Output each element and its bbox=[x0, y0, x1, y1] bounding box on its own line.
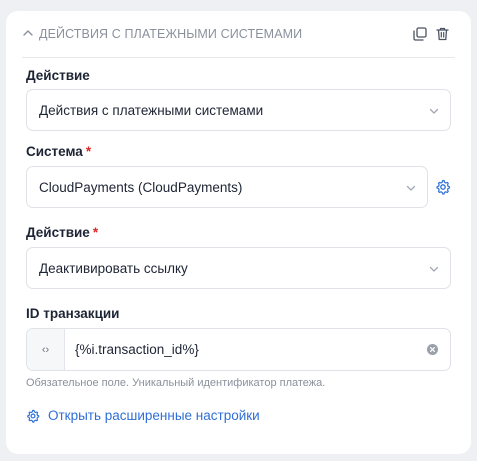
system-label: Система * bbox=[26, 144, 91, 160]
action-group-label: Действие bbox=[26, 68, 90, 84]
transaction-id-field: ‹› bbox=[26, 328, 451, 371]
gear-icon bbox=[27, 409, 40, 423]
action-label: Действие * bbox=[26, 225, 98, 241]
chevron-down-icon bbox=[429, 108, 439, 114]
action-group-label-text: Действие bbox=[26, 68, 90, 83]
required-mark: * bbox=[85, 144, 92, 159]
chevron-up-icon[interactable] bbox=[22, 27, 34, 39]
transaction-id-hint: Обязательное поле. Уникальный идентифика… bbox=[26, 377, 326, 389]
advanced-settings-label: Открыть расширенные настройки bbox=[48, 408, 260, 423]
required-mark: * bbox=[92, 225, 99, 240]
copy-icon[interactable] bbox=[412, 26, 428, 42]
open-advanced-settings-link[interactable]: Открыть расширенные настройки bbox=[26, 407, 260, 425]
action-group-select[interactable]: Действия с платежными системами bbox=[26, 89, 451, 131]
card-title: Действия с платежными системами bbox=[39, 27, 303, 41]
code-brackets-icon[interactable]: ‹› bbox=[27, 329, 65, 370]
transaction-id-input[interactable] bbox=[65, 329, 405, 370]
action-label-text: Действие bbox=[26, 225, 90, 240]
header-divider bbox=[22, 57, 455, 58]
transaction-id-label-text: ID транзакции bbox=[26, 306, 120, 321]
action-value: Деактивировать ссылку bbox=[39, 261, 188, 276]
system-value: CloudPayments (CloudPayments) bbox=[39, 180, 243, 195]
system-label-text: Система bbox=[26, 144, 83, 159]
action-select[interactable]: Деактивировать ссылку bbox=[26, 247, 451, 289]
clear-circle-icon[interactable] bbox=[427, 344, 438, 355]
trash-icon[interactable] bbox=[434, 26, 450, 42]
chevron-down-icon bbox=[406, 185, 416, 191]
system-select[interactable]: CloudPayments (CloudPayments) bbox=[26, 166, 428, 208]
chevron-down-icon bbox=[429, 266, 439, 272]
transaction-id-label: ID транзакции bbox=[26, 306, 119, 322]
payment-action-card: Действия с платежными системами Действие… bbox=[6, 11, 471, 454]
gear-icon[interactable] bbox=[435, 179, 451, 195]
action-group-value: Действия с платежными системами bbox=[39, 103, 264, 118]
card-header: Действия с платежными системами bbox=[6, 11, 471, 57]
